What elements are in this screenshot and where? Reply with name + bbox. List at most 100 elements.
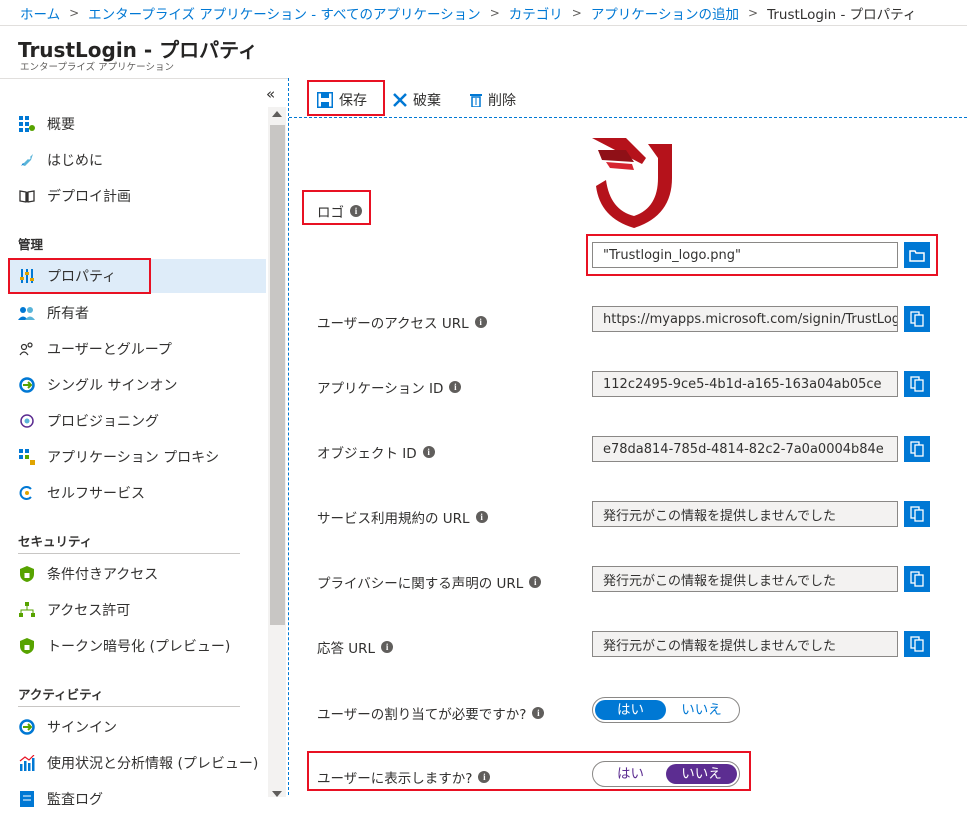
breadcrumb-category[interactable]: カテゴリ <box>509 3 563 23</box>
sidebar-item-label: はじめに <box>47 153 103 169</box>
field-label: アプリケーション ID <box>317 381 444 397</box>
info-icon[interactable]: i <box>475 511 488 523</box>
delete-button[interactable]: 削除 <box>470 84 516 116</box>
usage-chart-icon <box>18 754 36 772</box>
field-label: サービス利用規約の URL <box>317 511 470 527</box>
copy-button[interactable] <box>904 306 930 332</box>
copy-button[interactable] <box>904 566 930 592</box>
sidebar-item-sso[interactable]: シングル サインオン <box>18 368 266 402</box>
sidebar-item-owners[interactable]: 所有者 <box>18 296 266 330</box>
discard-button[interactable]: 破棄 <box>393 84 441 116</box>
field-label: 応答 URL <box>317 641 376 657</box>
divider <box>18 553 240 554</box>
sidebar-item-label: トークン暗号化 (プレビュー) <box>47 639 231 655</box>
copy-icon <box>910 311 924 327</box>
divider <box>18 706 240 707</box>
chevron-right-icon: > <box>489 5 500 20</box>
info-icon[interactable]: i <box>529 576 542 588</box>
copy-button[interactable] <box>904 631 930 657</box>
chevron-right-icon: > <box>571 5 582 20</box>
breadcrumb-add-app[interactable]: アプリケーションの追加 <box>591 3 739 23</box>
toolbar: 保存 破棄 削除 <box>289 78 967 118</box>
copy-icon <box>910 376 924 392</box>
sidebar-item-getting-started[interactable]: はじめに <box>18 143 266 177</box>
audit-log-icon <box>18 790 36 808</box>
sidebar-item-label: アプリケーション プロキシ <box>47 450 220 466</box>
sign-in-icon <box>18 718 36 736</box>
section-heading-security: セキュリティ <box>18 534 93 549</box>
copy-icon <box>910 441 924 457</box>
info-icon[interactable]: i <box>474 316 487 328</box>
toggle-no-option[interactable]: いいえ <box>666 700 737 720</box>
assignment-required-label: ユーザーの割り当てが必要ですか? i <box>317 703 545 723</box>
sidebar-item-label: シングル サインオン <box>47 378 178 394</box>
user-access-url-label: ユーザーのアクセス URL i <box>317 312 487 332</box>
single-sign-on-icon <box>18 376 36 394</box>
copy-button[interactable] <box>904 371 930 397</box>
highlight-properties <box>8 258 151 294</box>
sidebar-item-app-proxy[interactable]: アプリケーション プロキシ <box>18 440 266 474</box>
sidebar-item-label: 監査ログ <box>47 792 103 808</box>
scroll-thumb[interactable] <box>270 125 285 625</box>
breadcrumb-home[interactable]: ホーム <box>20 3 60 23</box>
book-icon <box>18 187 36 205</box>
highlight-visible-to-users <box>307 751 751 791</box>
sidebar-item-sign-ins[interactable]: サインイン <box>18 710 266 744</box>
page-subtitle: エンタープライズ アプリケーション <box>20 62 174 73</box>
highlight-save <box>307 80 385 116</box>
info-icon[interactable]: i <box>449 381 462 393</box>
toggle-yes-option[interactable]: はい <box>595 700 666 720</box>
shield-lock-icon <box>18 565 36 583</box>
privacy-url-label: プライバシーに関する声明の URL i <box>317 572 542 592</box>
breadcrumb-enterprise-apps[interactable]: エンタープライズ アプリケーション - すべてのアプリケーション <box>88 3 481 23</box>
highlight-logo-label <box>302 190 371 225</box>
collapse-sidebar-button[interactable]: « <box>266 85 275 103</box>
copy-icon <box>910 506 924 522</box>
sidebar-item-label: 所有者 <box>47 306 89 322</box>
sidebar-item-label: デプロイ計画 <box>47 189 131 205</box>
object-id-field[interactable]: e78da814-785d-4814-82c2-7a0a0004b84e <box>592 436 898 462</box>
sidebar-item-token-encryption[interactable]: トークン暗号化 (プレビュー) <box>18 629 266 663</box>
application-id-field[interactable]: 112c2495-9ce5-4b1d-a165-163a04ab05ce <box>592 371 898 397</box>
info-icon[interactable]: i <box>381 641 394 653</box>
privacy-url-field[interactable]: 発行元がこの情報を提供しませんでした <box>592 566 898 592</box>
reply-url-field[interactable]: 発行元がこの情報を提供しませんでした <box>592 631 898 657</box>
field-label: ユーザーの割り当てが必要ですか? <box>317 707 527 723</box>
sidebar-item-self-service[interactable]: セルフサービス <box>18 476 266 510</box>
breadcrumb: ホーム > エンタープライズ アプリケーション - すべてのアプリケーション >… <box>0 0 967 26</box>
sidebar-item-provisioning[interactable]: プロビジョニング <box>18 404 266 438</box>
copy-button[interactable] <box>904 501 930 527</box>
sidebar-item-deploy-plan[interactable]: デプロイ計画 <box>18 179 266 213</box>
user-access-url-field[interactable]: https://myapps.microsoft.com/signin/Trus… <box>592 306 898 332</box>
section-heading-manage: 管理 <box>18 237 44 252</box>
chevron-right-icon: > <box>748 5 759 20</box>
sidebar-item-label: アクセス許可 <box>47 603 131 619</box>
sidebar-item-users-groups[interactable]: ユーザーとグループ <box>18 332 266 366</box>
rocket-icon <box>18 151 36 169</box>
scroll-up-arrow-icon[interactable] <box>272 111 282 117</box>
discard-label: 破棄 <box>413 93 441 109</box>
sidebar-item-label: 使用状況と分析情報 (プレビュー) <box>47 756 259 772</box>
provisioning-icon <box>18 412 36 430</box>
overview-grid-icon <box>18 115 36 133</box>
token-shield-icon <box>18 637 36 655</box>
copy-button[interactable] <box>904 436 930 462</box>
sidebar-item-label: 概要 <box>47 117 75 133</box>
sidebar-item-audit-logs[interactable]: 監査ログ <box>18 782 266 816</box>
info-icon[interactable]: i <box>422 446 435 458</box>
sidebar-item-label: サインイン <box>47 720 117 736</box>
sidebar-item-permissions[interactable]: アクセス許可 <box>18 593 266 627</box>
terms-url-field[interactable]: 発行元がこの情報を提供しませんでした <box>592 501 898 527</box>
sidebar-item-usage-insights[interactable]: 使用状況と分析情報 (プレビュー) <box>18 746 266 780</box>
assignment-required-toggle[interactable]: はい いいえ <box>592 697 740 723</box>
delete-label: 削除 <box>488 93 516 109</box>
info-icon[interactable]: i <box>532 707 545 719</box>
chevron-right-icon: > <box>69 5 80 20</box>
section-heading-activity: アクティビティ <box>18 687 104 702</box>
scroll-down-arrow-icon[interactable] <box>272 791 282 797</box>
sidebar-item-conditional-access[interactable]: 条件付きアクセス <box>18 557 266 591</box>
object-id-label: オブジェクト ID i <box>317 442 435 462</box>
field-label: ユーザーのアクセス URL <box>317 316 469 332</box>
sidebar-scrollbar[interactable] <box>268 107 286 797</box>
sidebar-item-overview[interactable]: 概要 <box>18 107 266 141</box>
